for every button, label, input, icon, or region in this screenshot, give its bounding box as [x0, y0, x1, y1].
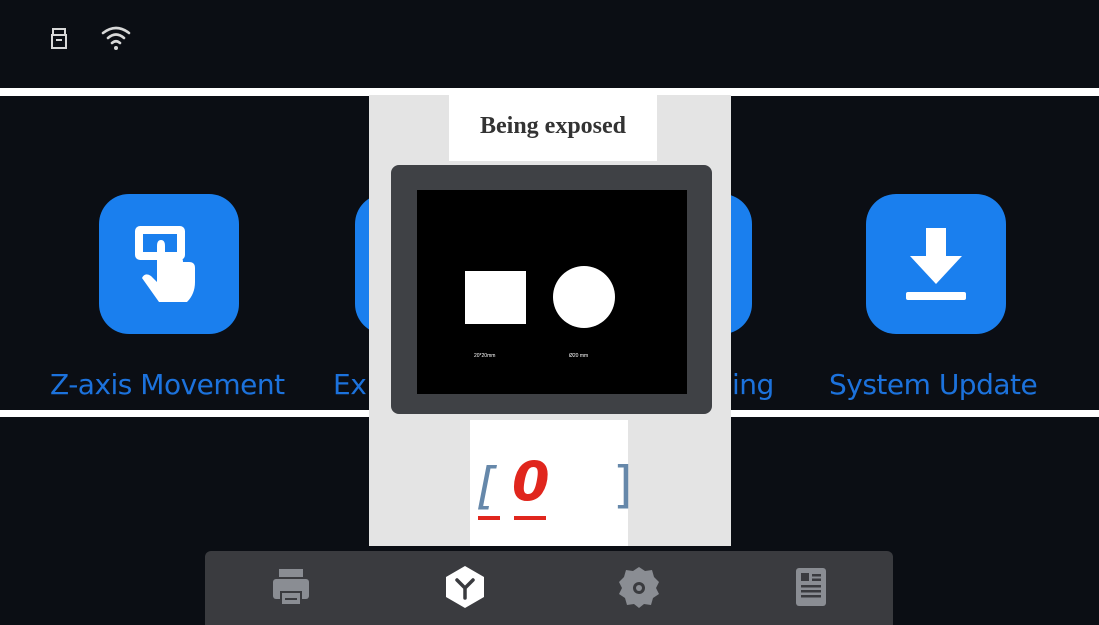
counter-underline	[478, 516, 500, 520]
status-bar	[0, 0, 1099, 88]
bracket-close: ]	[613, 456, 633, 514]
usb-icon	[51, 28, 67, 49]
square-caption: 20*20mm	[474, 353, 496, 359]
tool-label: Z-axis Movement	[50, 368, 285, 401]
bracket-open: [	[476, 457, 496, 515]
circle-caption: Ø20 mm	[569, 353, 589, 359]
printer-icon[interactable]	[267, 563, 315, 611]
tools-cube-icon[interactable]	[441, 563, 489, 611]
bottom-nav-bar	[205, 551, 893, 625]
tool-label: ing	[732, 368, 774, 401]
download-icon	[866, 194, 1006, 334]
counter-underline	[514, 516, 546, 520]
dialog-header: Being exposed	[449, 95, 657, 161]
count-value: 0	[512, 450, 550, 513]
wifi-icon	[101, 26, 131, 50]
exposure-screen-preview: 20*20mm Ø20 mm	[417, 190, 687, 394]
settings-gear-icon[interactable]	[615, 563, 663, 611]
exposure-dialog: Being exposed 20*20mm Ø20 mm [ 0 ]	[369, 95, 731, 546]
square-test-shape	[465, 271, 526, 324]
circle-test-shape	[553, 266, 615, 328]
hand-touch-icon	[99, 194, 239, 334]
tool-label: System Update	[829, 368, 1038, 401]
screen-preview-frame: 20*20mm Ø20 mm	[391, 165, 712, 414]
dialog-title: Being exposed	[479, 113, 626, 139]
exposure-counter: [ 0 ]	[470, 420, 633, 546]
tool-label: Ex	[333, 368, 367, 401]
info-document-icon[interactable]	[787, 563, 835, 611]
